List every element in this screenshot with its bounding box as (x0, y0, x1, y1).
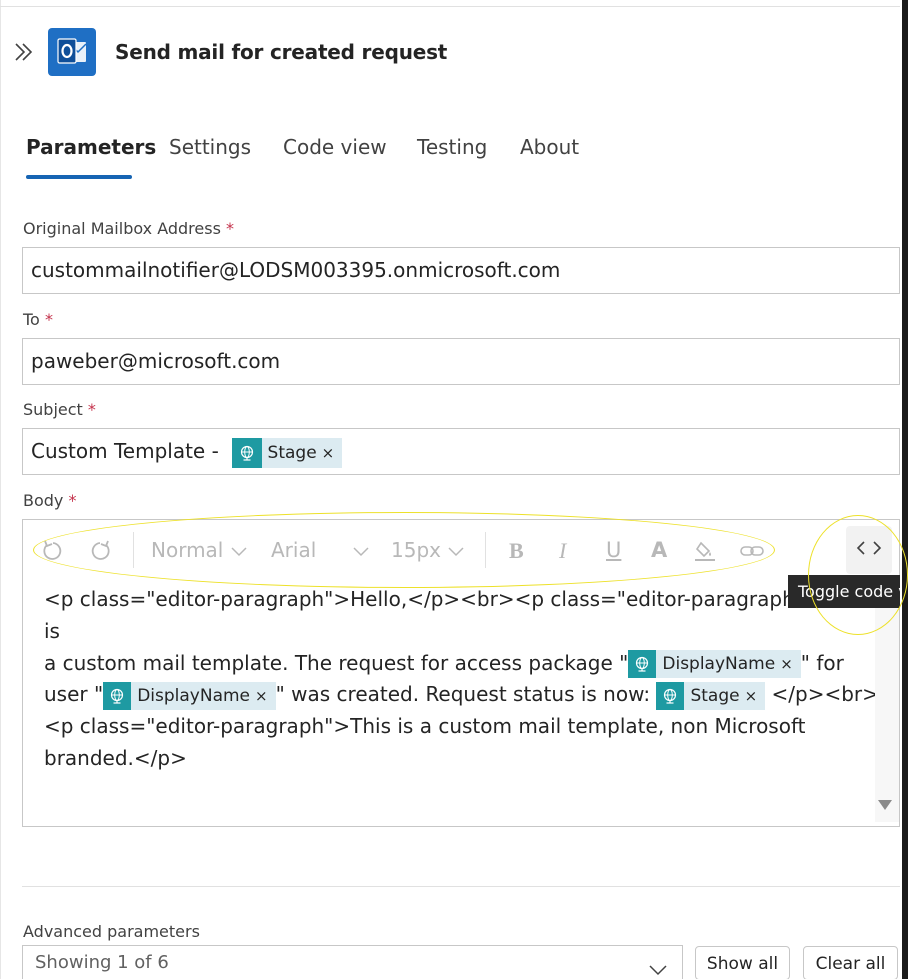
body-label: Body * (23, 491, 77, 510)
tab-testing[interactable]: Testing (417, 135, 487, 159)
token-label: DisplayName (662, 654, 776, 675)
chevron-down-icon (648, 955, 668, 979)
tab-code-view[interactable]: Code view (283, 135, 387, 159)
action-header: Send mail for created request (0, 28, 900, 76)
body-editor[interactable]: Normal Arial 15px B I U A <p class="edit… (22, 519, 900, 827)
remove-token-button[interactable]: × (322, 438, 335, 468)
font-size-select[interactable]: 15px (391, 538, 465, 562)
double-chevron-right-icon[interactable] (13, 40, 35, 64)
to-label: To * (23, 310, 53, 329)
editor-toolbar: Normal Arial 15px B I U A (23, 520, 899, 582)
remove-token-button[interactable]: × (255, 682, 268, 710)
code-line: <p class="editor-paragraph">This is a cu… (44, 714, 806, 739)
chevron-down-icon (352, 538, 370, 562)
right-edge-bar (902, 0, 908, 979)
font-color-button[interactable]: A (651, 538, 667, 562)
toggle-code-tooltip: Toggle code v (788, 575, 900, 608)
advanced-parameters-dropdown[interactable]: Showing 1 of 6 (22, 945, 683, 979)
code-line: user " (44, 682, 104, 707)
font-family-select[interactable]: Arial (271, 538, 370, 562)
scroll-down-arrow-icon[interactable] (878, 800, 892, 810)
advanced-parameters-label: Advanced parameters (23, 922, 200, 941)
redo-icon[interactable] (88, 539, 112, 568)
chevron-down-icon (447, 538, 465, 562)
globe-icon (628, 650, 657, 679)
code-line: branded.</p> (44, 745, 187, 770)
dynamic-token[interactable]: DisplayName × (628, 650, 801, 679)
code-line: <p class="editor-paragraph">Hello,</p><b… (44, 587, 862, 643)
undo-icon[interactable] (41, 539, 65, 568)
outlook-icon (48, 28, 96, 76)
toolbar-separator (133, 532, 134, 568)
to-field[interactable]: paweber@microsoft.com (22, 338, 900, 385)
globe-icon (656, 681, 685, 710)
clear-all-button[interactable]: Clear all (803, 946, 898, 979)
subject-label: Subject * (23, 400, 96, 419)
toggle-code-button[interactable] (846, 526, 892, 574)
underline-button[interactable]: U (606, 538, 621, 562)
dynamic-token[interactable]: DisplayName × (103, 681, 276, 710)
token-label: Stage (690, 685, 740, 706)
dropdown-value: Showing 1 of 6 (35, 952, 169, 973)
tab-parameters[interactable]: Parameters (26, 135, 156, 159)
globe-icon (231, 437, 262, 468)
editor-scrollbar[interactable] (875, 584, 899, 822)
subject-field[interactable]: Custom Template - Stage × (22, 428, 900, 475)
tab-about[interactable]: About (520, 135, 579, 159)
mailbox-label: Original Mailbox Address * (23, 219, 235, 238)
link-icon[interactable] (739, 541, 765, 566)
remove-token-button[interactable]: × (745, 682, 758, 710)
remove-token-button[interactable]: × (780, 650, 793, 678)
block-type-select[interactable]: Normal (151, 538, 248, 562)
tab-settings[interactable]: Settings (169, 135, 251, 159)
active-tab-indicator (26, 175, 132, 179)
toolbar-separator (485, 532, 486, 568)
action-title: Send mail for created request (115, 40, 448, 64)
code-line: a custom mail template. The request for … (44, 650, 629, 675)
body-code-text[interactable]: <p class="editor-paragraph">Hello,</p><b… (44, 584, 879, 775)
top-divider (0, 6, 900, 7)
dynamic-token[interactable]: Stage × (656, 681, 766, 710)
chevron-down-icon (230, 538, 248, 562)
code-line: " was created. Request status is now: (275, 682, 657, 707)
globe-icon (103, 681, 132, 710)
token-label: DisplayName (137, 685, 251, 706)
mailbox-field[interactable]: custommailnotifier@LODSM003395.onmicroso… (22, 247, 900, 294)
highlight-icon[interactable] (693, 539, 717, 568)
token-label: Stage (267, 442, 317, 463)
subject-text: Custom Template - (31, 439, 226, 463)
bold-button[interactable]: B (509, 538, 524, 564)
show-all-button[interactable]: Show all (695, 946, 790, 979)
section-divider (22, 886, 900, 887)
dynamic-token[interactable]: Stage × (231, 437, 343, 468)
code-brackets-icon (856, 539, 882, 561)
left-border (0, 0, 1, 979)
code-line: " for (800, 650, 844, 675)
italic-button[interactable]: I (559, 538, 566, 564)
code-line: </p><br> (765, 682, 879, 707)
